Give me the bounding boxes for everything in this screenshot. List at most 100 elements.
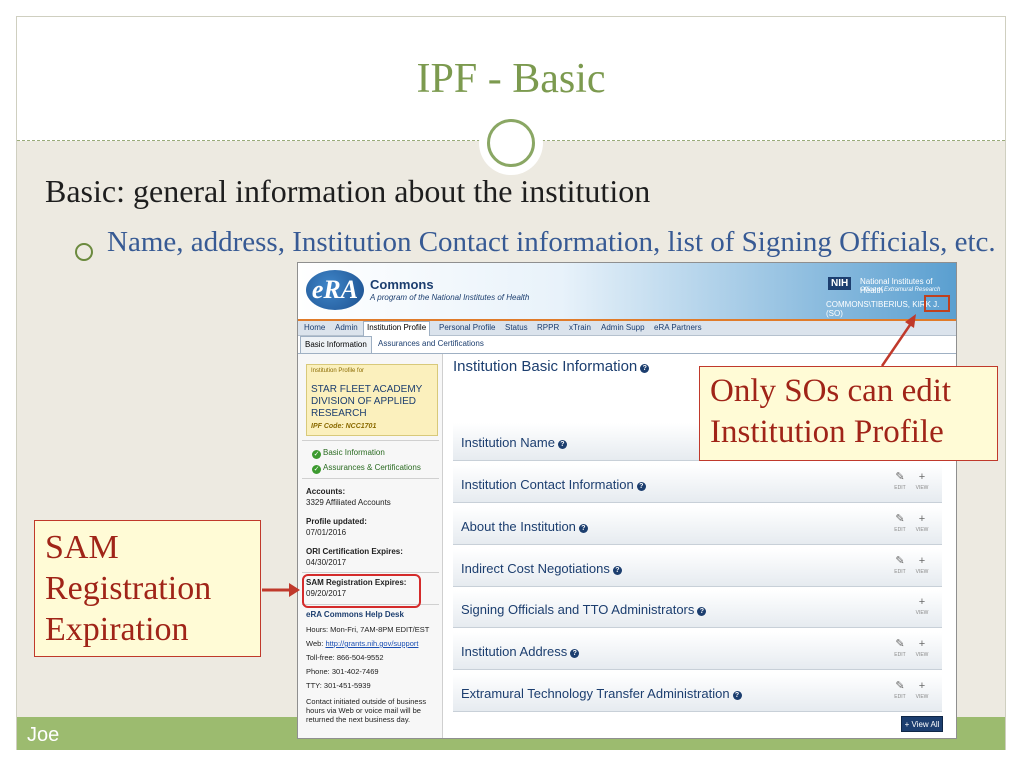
link-assurances[interactable]: ✓ Assurances & Certifications <box>312 463 421 474</box>
accounts-label: Accounts: <box>306 487 346 496</box>
help-note: Contact initiated outside of business ho… <box>306 697 427 724</box>
section-title-text: Extramural Technology Transfer Administr… <box>461 686 730 701</box>
nav-era-partners[interactable]: eRA Partners <box>654 323 702 332</box>
so-role-highlight <box>924 295 950 312</box>
view-caption: VIEW <box>915 694 929 700</box>
nav-admin[interactable]: Admin <box>335 323 358 332</box>
profile-label: Institution Profile for <box>311 368 365 374</box>
help-icon[interactable]: ? <box>612 566 622 575</box>
view-all-button[interactable]: + View All <box>901 716 943 732</box>
profile-updated-label: Profile updated: <box>306 517 367 526</box>
help-phone: Phone: 301-402-7469 <box>306 667 379 676</box>
era-logo[interactable]: eRA <box>306 270 364 310</box>
tab-assurances[interactable]: Assurances and Certifications <box>378 339 484 348</box>
link-label: Assurances & Certifications <box>323 463 421 472</box>
section-row[interactable]: Indirect Cost Negotiations? ✎ EDIT + VIEW <box>453 549 942 587</box>
callout-sam-expiration: SAM Registration Expiration <box>34 520 261 657</box>
section-row[interactable]: Institution Contact Information? ✎ EDIT + VI… <box>453 465 942 503</box>
help-icon[interactable]: ? <box>570 649 580 658</box>
check-icon: ✓ <box>312 450 321 459</box>
ipf-code: IPF Code: NCC1701 <box>311 423 377 430</box>
app-tagline: A program of the National Institutes of … <box>370 293 530 302</box>
help-icon[interactable]: ? <box>640 364 650 373</box>
section-row[interactable]: About the Institution? ✎ EDIT + VIEW <box>453 507 942 545</box>
main-title-text: Institution Basic Information <box>453 358 638 375</box>
help-icon[interactable]: ? <box>732 691 742 700</box>
edit-button[interactable]: ✎ EDIT <box>892 555 908 576</box>
help-web-link[interactable]: http://grants.nih.gov/support <box>325 639 418 648</box>
view-button[interactable]: + VIEW <box>914 471 930 492</box>
help-tollfree: Toll-free: 866-504-9552 <box>306 653 384 662</box>
section-row[interactable]: Extramural Technology Transfer Administr… <box>453 674 942 712</box>
institution-profile-card: Institution Profile for STAR FLEET ACADE… <box>306 364 438 436</box>
nav-institution-profile[interactable]: Institution Profile <box>363 321 431 336</box>
view-button[interactable]: + VIEW <box>914 680 930 701</box>
help-desk-title: eRA Commons Help Desk <box>306 610 404 619</box>
section-title: Institution Address? <box>461 644 580 659</box>
sam-highlight <box>302 574 421 608</box>
slide-title: IPF - Basic <box>416 56 606 102</box>
section-title: Signing Officials and TTO Administrators… <box>461 602 707 617</box>
check-icon: ✓ <box>312 465 321 474</box>
ori-expires-value: 04/30/2017 <box>306 558 347 567</box>
edit-caption: EDIT <box>894 652 906 658</box>
callout-line: Expiration <box>45 611 189 648</box>
link-basic-information[interactable]: ✓ Basic Information <box>312 448 385 459</box>
help-icon[interactable]: ? <box>578 524 588 533</box>
main-nav: Home Admin Institution Profile Personal … <box>298 319 956 336</box>
view-button[interactable]: + VIEW <box>914 638 930 659</box>
row-actions: ✎ EDIT + VIEW <box>892 638 932 666</box>
divider <box>302 478 439 479</box>
help-icon[interactable]: ? <box>557 440 567 449</box>
profile-updated-value: 07/01/2016 <box>306 528 347 537</box>
pencil-icon: ✎ <box>895 471 905 483</box>
edit-button[interactable]: ✎ EDIT <box>892 471 908 492</box>
edit-button[interactable]: ✎ EDIT <box>892 638 908 659</box>
edit-button[interactable]: ✎ EDIT <box>892 680 908 701</box>
nav-admin-supp[interactable]: Admin Supp <box>601 323 645 332</box>
nih-logo[interactable]: NIH <box>828 277 852 290</box>
edit-caption: EDIT <box>894 527 906 533</box>
nav-home[interactable]: Home <box>304 323 325 332</box>
help-icon[interactable]: ? <box>636 482 646 491</box>
bullet-circle-icon <box>75 243 93 261</box>
nav-personal-profile[interactable]: Personal Profile <box>439 323 495 332</box>
view-caption: VIEW <box>915 652 929 658</box>
section-row[interactable]: Institution Address? ✎ EDIT + VIEW <box>453 632 942 670</box>
plus-icon: + <box>918 471 926 483</box>
institution-name: STAR FLEET ACADEMY DIVISION OF APPLIED R… <box>311 384 423 419</box>
section-row[interactable]: Signing Officials and TTO Administrators… <box>453 590 942 628</box>
help-tty: TTY: 301-451-5939 <box>306 681 371 690</box>
edit-caption: EDIT <box>894 485 906 491</box>
view-button[interactable]: + VIEW <box>914 596 930 617</box>
edit-button[interactable]: ✎ EDIT <box>892 513 908 534</box>
view-button[interactable]: + VIEW <box>914 555 930 576</box>
subtab-bar: Basic Information Assurances and Certifi… <box>298 336 956 354</box>
nav-status[interactable]: Status <box>505 323 528 332</box>
row-actions: ✎ EDIT + VIEW <box>892 513 932 541</box>
view-caption: VIEW <box>915 569 929 575</box>
accounts-value[interactable]: 3329 Affiliated Accounts <box>306 498 391 507</box>
section-title: Extramural Technology Transfer Administr… <box>461 686 742 701</box>
plus-icon: + <box>918 680 926 692</box>
section-title: Institution Name? <box>461 435 567 450</box>
ori-expires-label: ORI Certification Expires: <box>306 547 403 556</box>
tab-basic-information[interactable]: Basic Information <box>300 336 372 353</box>
pencil-icon: ✎ <box>895 638 905 650</box>
era-commons-screenshot: eRA Commons A program of the National In… <box>297 262 957 739</box>
link-label: Basic Information <box>323 448 385 457</box>
view-caption: VIEW <box>915 527 929 533</box>
view-button[interactable]: + VIEW <box>914 513 930 534</box>
plus-icon: + <box>918 555 926 567</box>
plus-icon: + <box>918 596 926 608</box>
bullet-text: Name, address, Institution Contact infor… <box>107 226 996 258</box>
section-title-text: Indirect Cost Negotiations <box>461 561 610 576</box>
left-panel: Institution Profile for STAR FLEET ACADE… <box>298 354 443 738</box>
nav-rppr[interactable]: RPPR <box>537 323 559 332</box>
help-icon[interactable]: ? <box>697 607 707 616</box>
row-actions: ✎ EDIT + VIEW <box>892 555 932 583</box>
row-actions: ✎ EDIT + VIEW <box>892 680 932 708</box>
callout-line: Institution Profile <box>710 414 944 450</box>
section-title: Indirect Cost Negotiations? <box>461 561 622 576</box>
nav-xtrain[interactable]: xTrain <box>569 323 591 332</box>
